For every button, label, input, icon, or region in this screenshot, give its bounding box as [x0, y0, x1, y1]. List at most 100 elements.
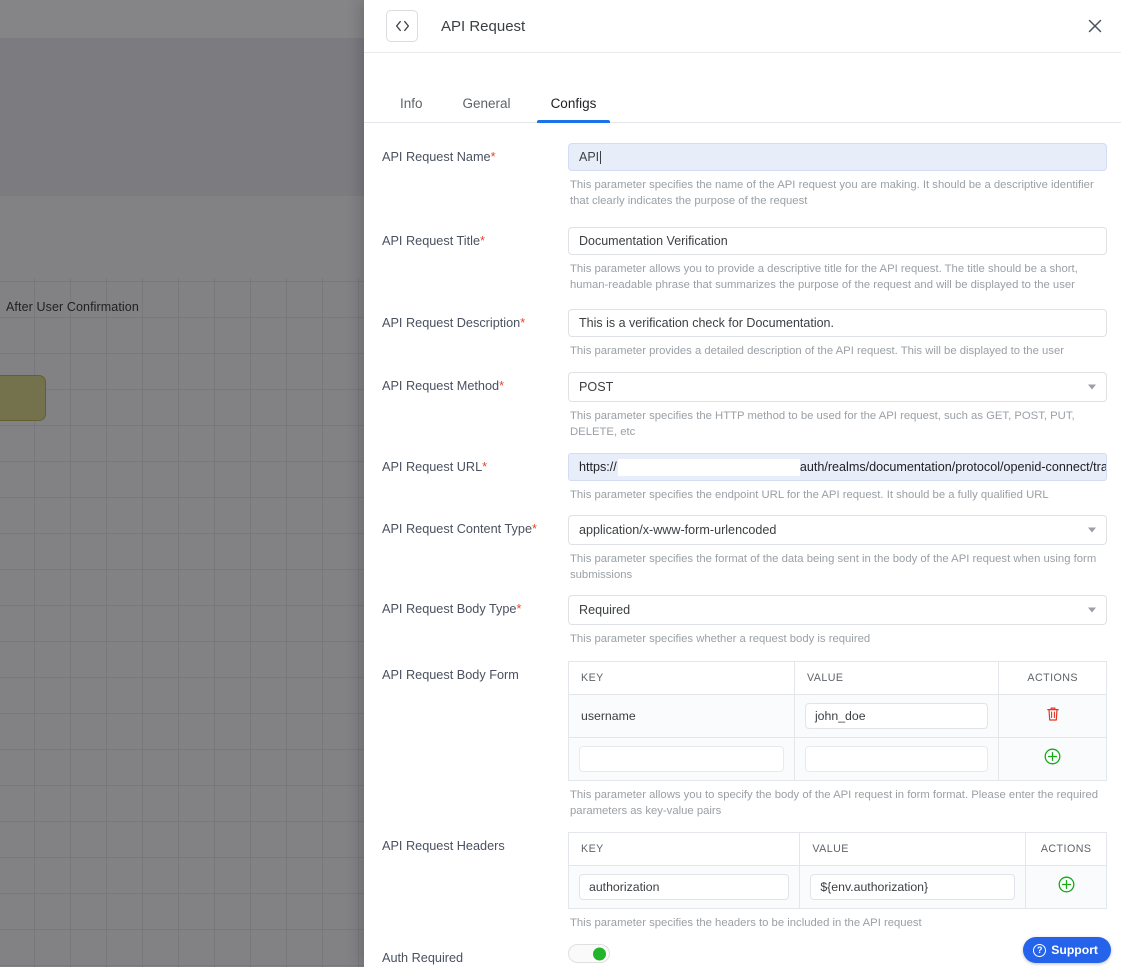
- redaction-mask: [617, 458, 800, 476]
- body-form-value-cell: john_doe: [794, 694, 1000, 739]
- required-marker: *: [516, 602, 522, 617]
- panel-title: API Request: [441, 17, 526, 35]
- required-marker: *: [532, 522, 537, 537]
- body-form-key-text: username: [581, 709, 636, 724]
- required-marker: *: [499, 379, 505, 394]
- field-api-request-method: API Request Method* POST This parameter …: [382, 372, 1107, 440]
- field-label: API Request Content Type*: [382, 515, 568, 583]
- code-brackets-icon: [386, 10, 418, 42]
- header-key-cell: authorization: [568, 865, 801, 909]
- field-api-request-content-type: API Request Content Type* application/x-…: [382, 515, 1107, 583]
- panel-tabs: Info General Configs: [364, 75, 1121, 123]
- api-request-url-input[interactable]: https:// auth/realms/documentation/proto…: [568, 453, 1107, 482]
- field-label: API Request Body Form: [382, 661, 568, 819]
- api-request-method-select[interactable]: POST: [568, 372, 1107, 403]
- field-auth-required: Auth Required This parameter indicates w…: [382, 944, 1107, 967]
- column-header-key: KEY: [568, 661, 795, 696]
- add-icon[interactable]: [1044, 748, 1061, 765]
- field-label: Auth Required: [382, 944, 568, 967]
- field-helper-text: This parameter allows you to provide a d…: [570, 263, 1078, 292]
- modal-dim-overlay[interactable]: [0, 0, 364, 967]
- panel-header: API Request: [364, 0, 1121, 53]
- required-marker: *: [480, 234, 485, 249]
- tab-configs[interactable]: Configs: [536, 96, 611, 123]
- api-request-content-type-select[interactable]: application/x-www-form-urlencoded: [568, 515, 1107, 546]
- field-api-request-body-type: API Request Body Type* Required This par…: [382, 595, 1107, 647]
- api-request-panel: API Request Info General Configs API Req…: [364, 0, 1121, 967]
- table-header-row: KEY VALUE ACTIONS: [568, 661, 1107, 696]
- label-text: API Request Title: [382, 234, 481, 249]
- api-request-title-input[interactable]: Documentation Verification: [568, 227, 1107, 256]
- label-text: API Request Body Type: [382, 602, 517, 617]
- body-form-actions-cell: [998, 737, 1107, 781]
- field-api-request-description: API Request Description* This is a verif…: [382, 309, 1107, 359]
- field-helper-text: This parameter specifies the format of t…: [570, 553, 1097, 582]
- input-value: API: [579, 150, 600, 164]
- column-header-actions: ACTIONS: [998, 661, 1107, 696]
- label-text: Auth Required: [382, 951, 464, 966]
- column-header-value: VALUE: [799, 832, 1027, 867]
- tab-general[interactable]: General: [449, 96, 525, 122]
- field-helper-text: This parameter specifies the endpoint UR…: [570, 489, 1049, 502]
- required-marker: *: [520, 316, 526, 331]
- chevron-down-icon: [1088, 607, 1096, 613]
- field-label: API Request Description*: [382, 309, 568, 359]
- field-helper-text: This parameter specifies the name of the…: [570, 179, 1094, 208]
- body-form-value-input[interactable]: [804, 746, 989, 773]
- field-label: API Request URL*: [382, 453, 568, 503]
- close-icon[interactable]: [1081, 12, 1109, 40]
- add-icon[interactable]: [1058, 876, 1075, 893]
- url-path: auth/realms/documentation/protocol/openi…: [799, 460, 1106, 475]
- header-actions-cell: [1025, 865, 1107, 909]
- table-row: username john_doe: [568, 694, 1107, 739]
- label-text: API Request Name: [382, 150, 491, 164]
- body-form-key-cell: username: [568, 694, 795, 739]
- body-form-key-cell: [568, 737, 795, 781]
- select-value: application/x-www-form-urlencoded: [579, 523, 777, 538]
- toggle-knob: [593, 947, 606, 961]
- body-form-value-input[interactable]: john_doe: [804, 703, 989, 730]
- table-row: authorization ${env.authorization}: [568, 865, 1107, 909]
- label-text: API Request Method: [382, 379, 500, 394]
- field-label: API Request Method*: [382, 372, 568, 440]
- delete-icon[interactable]: [1046, 706, 1060, 722]
- select-value: Required: [579, 603, 631, 618]
- api-request-description-input[interactable]: This is a verification check for Documen…: [568, 309, 1107, 338]
- field-helper-text: This parameter specifies whether a reque…: [570, 633, 871, 646]
- api-request-body-type-select[interactable]: Required: [568, 595, 1107, 626]
- body-form-value-cell: [794, 737, 1000, 781]
- api-request-name-input[interactable]: API: [568, 143, 1107, 171]
- table-header-row: KEY VALUE ACTIONS: [568, 832, 1107, 867]
- required-marker: *: [490, 150, 496, 164]
- headers-table: KEY VALUE ACTIONS authorization ${env.au…: [568, 832, 1107, 910]
- table-row: [568, 737, 1107, 781]
- tab-info[interactable]: Info: [386, 96, 437, 122]
- field-label: API Request Title*: [382, 227, 568, 293]
- chevron-down-icon: [1088, 384, 1096, 390]
- text-cursor: [600, 150, 602, 164]
- column-header-actions: ACTIONS: [1025, 832, 1107, 867]
- column-header-value: VALUE: [794, 661, 1000, 696]
- body-form-key-input[interactable]: [579, 746, 784, 773]
- field-helper-text: This parameter specifies the headers to …: [570, 917, 922, 930]
- configs-form: API Request Name* API This parameter spe…: [364, 123, 1121, 967]
- header-value-input[interactable]: ${env.authorization}: [810, 874, 1016, 901]
- label-text: API Request URL: [382, 460, 483, 475]
- header-key-input[interactable]: authorization: [579, 874, 790, 901]
- field-api-request-headers: API Request Headers KEY VALUE ACTIONS au…: [382, 832, 1107, 931]
- label-text: API Request Body Form: [382, 668, 519, 683]
- field-api-request-body-form: API Request Body Form KEY VALUE ACTIONS: [382, 661, 1107, 819]
- url-scheme: https://: [579, 460, 617, 475]
- support-button-label: Support: [1051, 943, 1098, 957]
- auth-required-toggle[interactable]: [568, 944, 610, 964]
- field-helper-text: This parameter provides a detailed descr…: [570, 345, 1064, 358]
- body-form-actions-cell: [998, 694, 1107, 739]
- label-text: API Request Headers: [382, 839, 505, 854]
- select-value: POST: [579, 380, 614, 395]
- support-button[interactable]: ? Support: [1023, 937, 1111, 963]
- required-marker: *: [482, 460, 488, 475]
- field-api-request-url: API Request URL* https:// auth/realms/do…: [382, 453, 1107, 503]
- label-text: API Request Content Type: [382, 522, 532, 537]
- field-helper-text: This parameter specifies the HTTP method…: [570, 410, 1075, 439]
- column-header-key: KEY: [568, 832, 801, 867]
